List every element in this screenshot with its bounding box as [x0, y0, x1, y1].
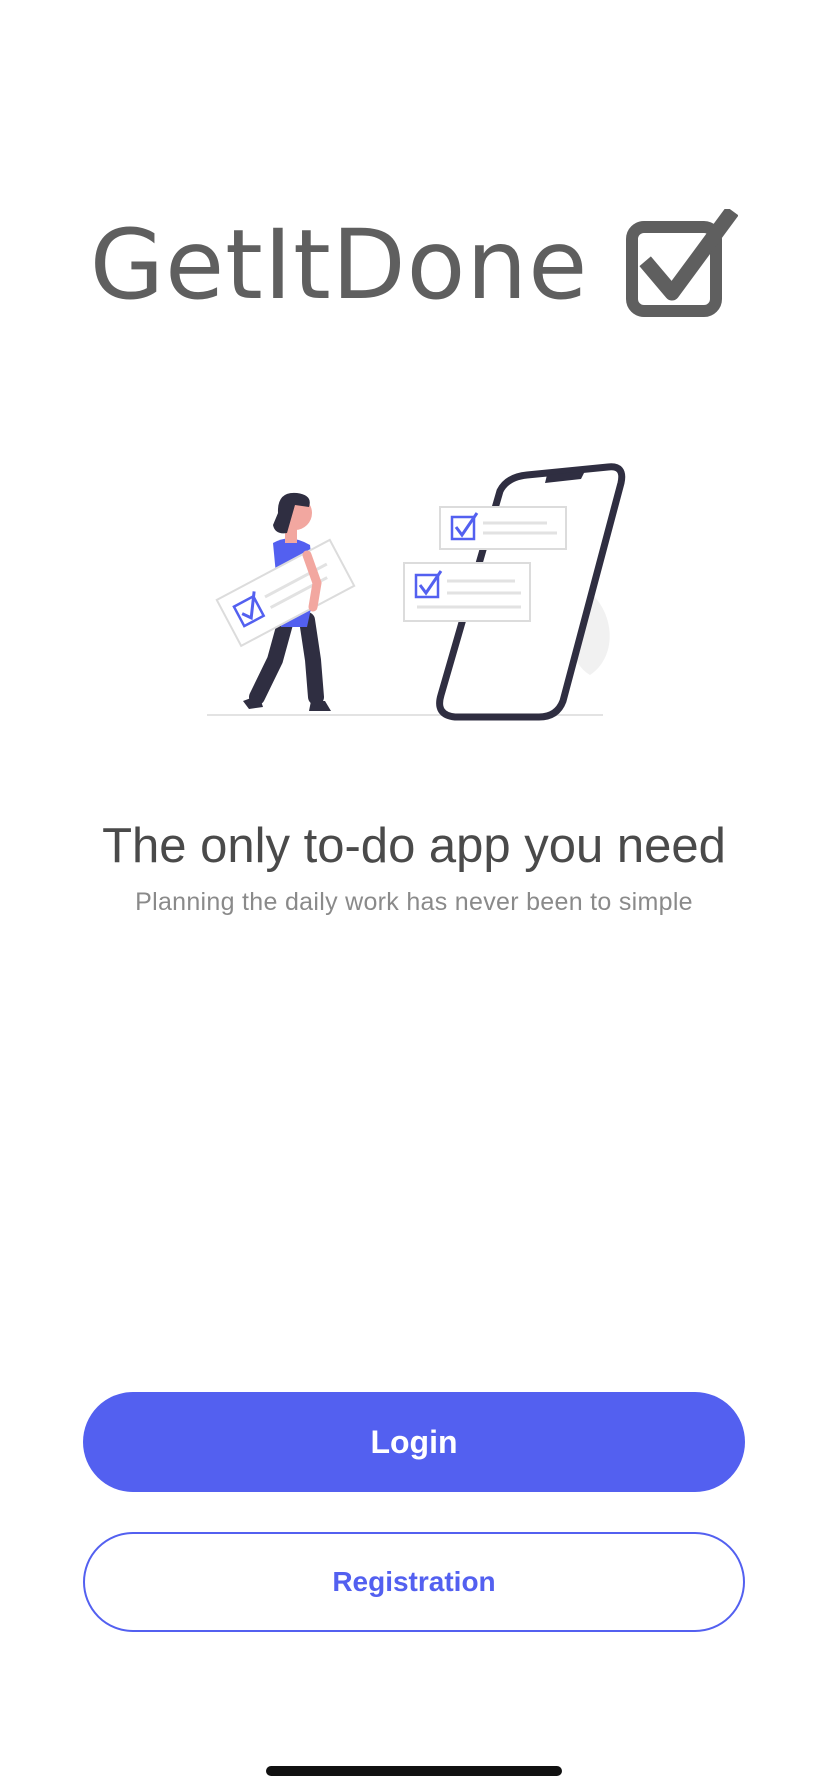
checkbox-checked-icon [626, 209, 739, 317]
login-button-label: Login [370, 1423, 458, 1460]
person-with-checklist-and-phone-illustration [207, 463, 626, 721]
registration-button[interactable]: Registration [83, 1532, 745, 1632]
home-indicator[interactable] [266, 1766, 562, 1776]
app-logo-text: GetItDone [89, 209, 589, 321]
registration-button-label: Registration [332, 1566, 496, 1597]
hero-subtitle: Planning the daily work has never been t… [135, 888, 693, 916]
app-logo: GetItDone [0, 205, 828, 325]
login-button[interactable]: Login [83, 1392, 745, 1492]
hero-title: The only to-do app you need [102, 819, 726, 873]
